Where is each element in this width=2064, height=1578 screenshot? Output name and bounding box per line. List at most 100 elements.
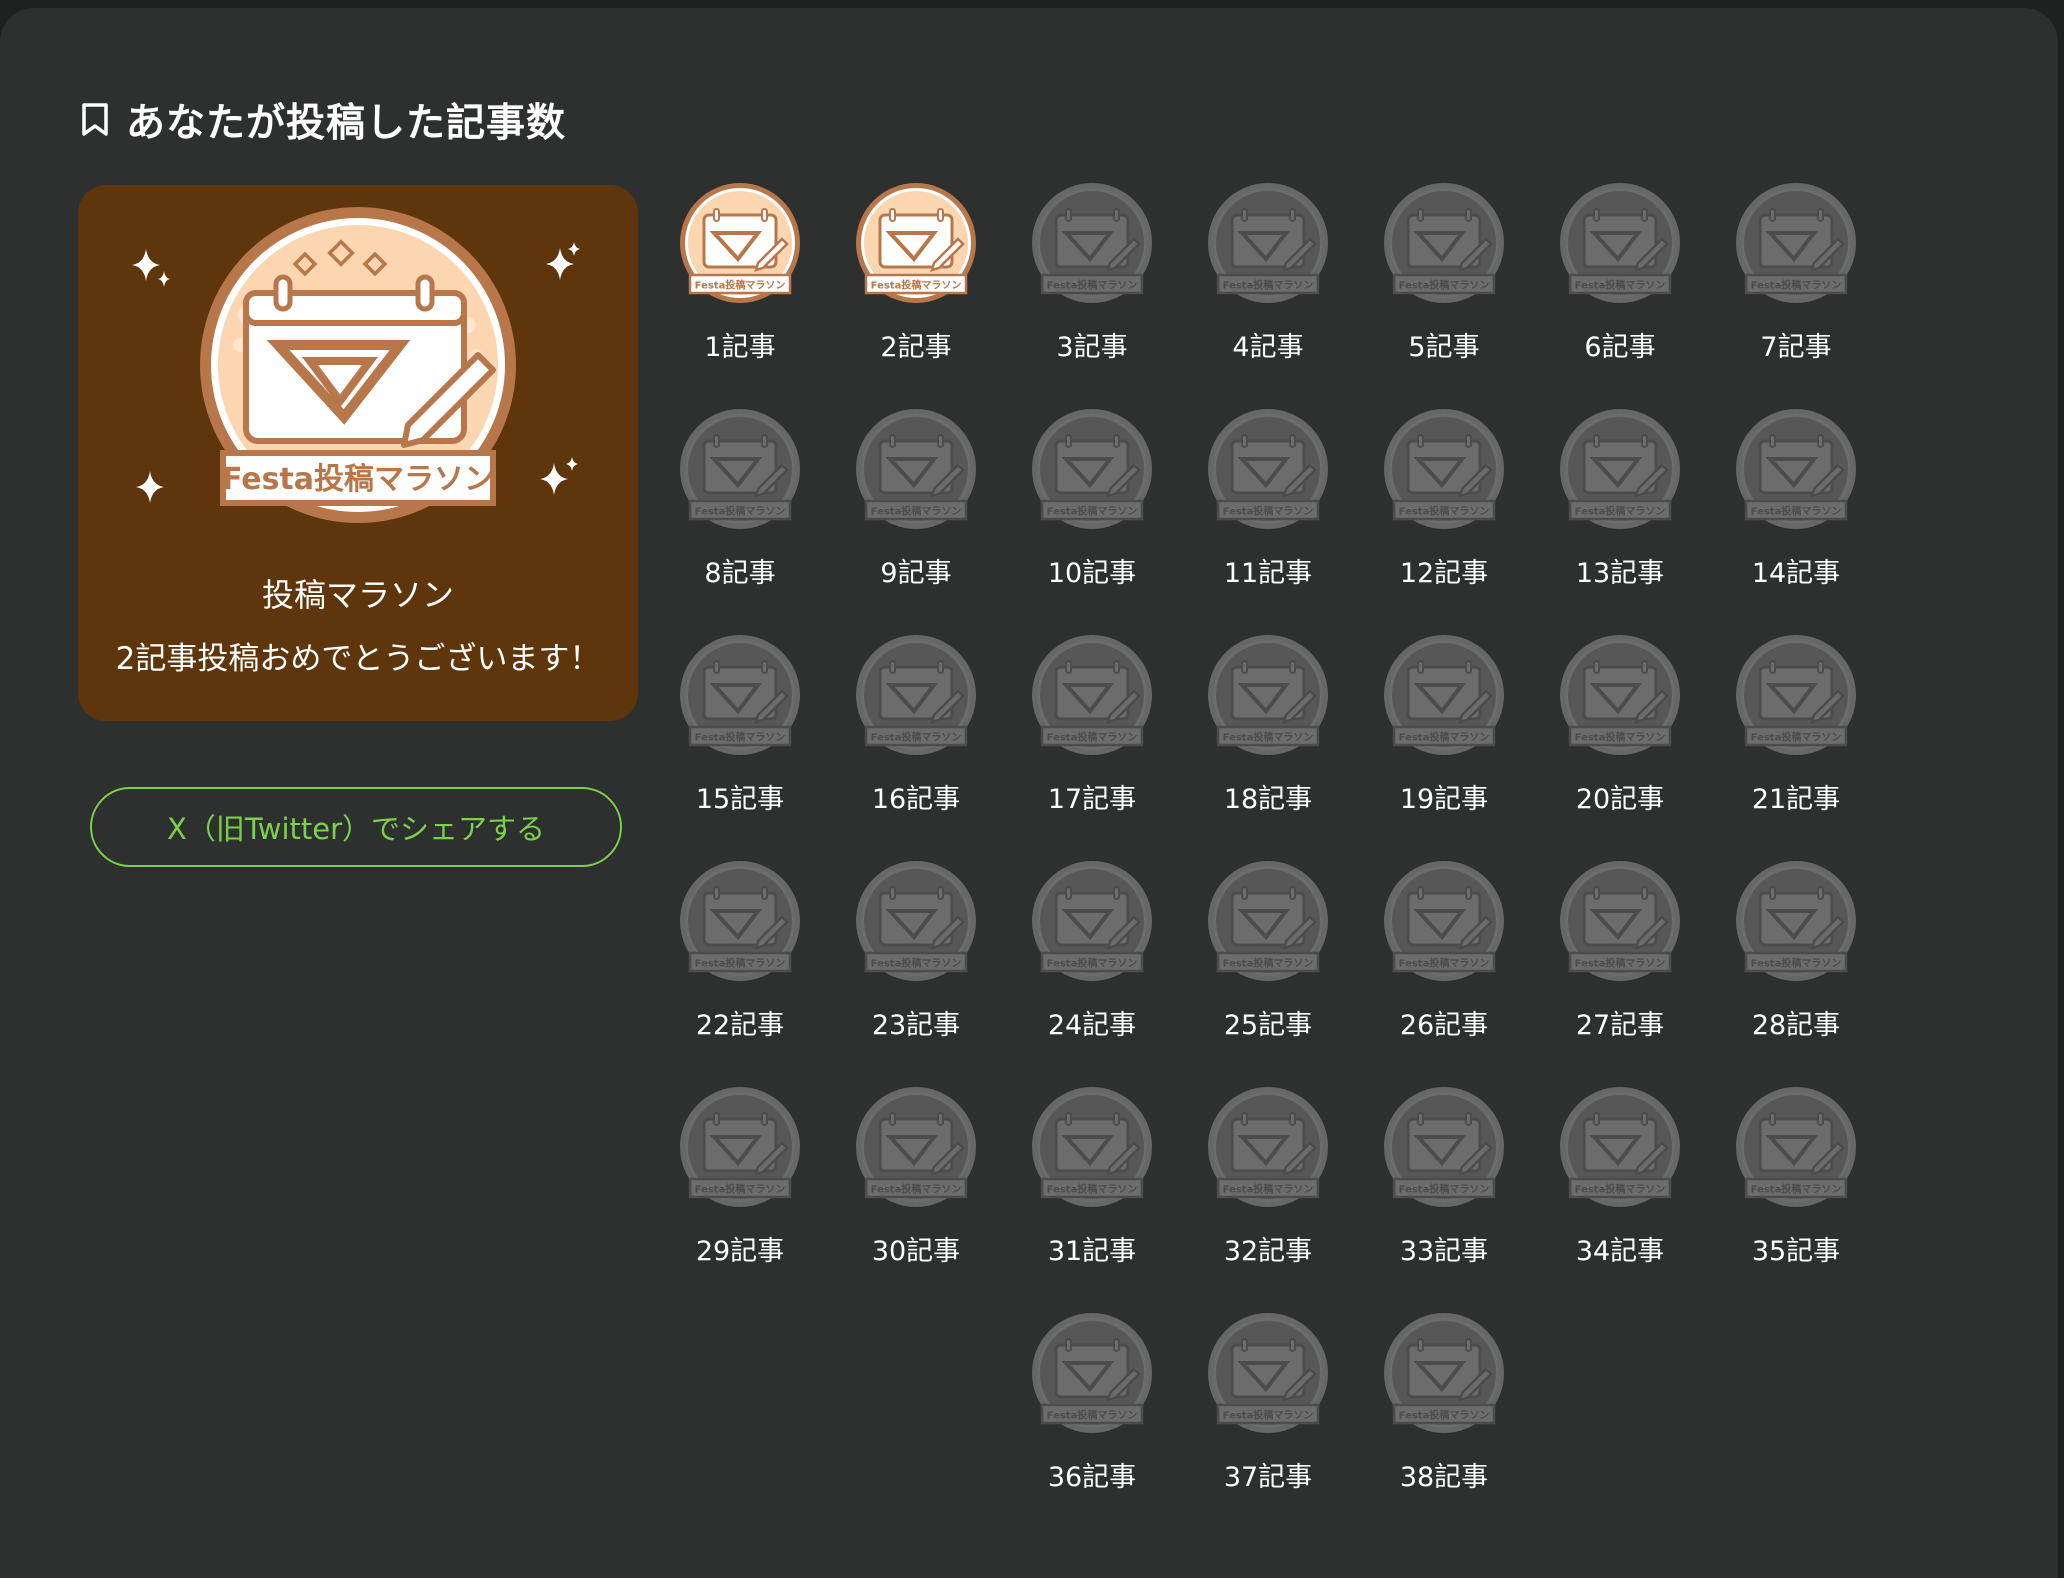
badge-label: 21記事 [1751,784,1841,815]
badge-label: 3記事 [1056,332,1128,363]
badge-label: 18記事 [1223,784,1313,815]
badge-item: Festa投稿マラソン 32記事 [1193,1087,1343,1277]
badge-label: 14記事 [1751,558,1841,589]
calendar-pen-badge-icon: Festa投稿マラソン [1384,1313,1504,1433]
badge-label: 38記事 [1399,1462,1489,1493]
badge-item: Festa投稿マラソン 22記事 [665,861,815,1051]
badge-label: 35記事 [1751,1236,1841,1267]
badge-item: Festa投稿マラソン 6記事 [1545,183,1695,373]
badge-label: 4記事 [1232,332,1304,363]
badge-item: Festa投稿マラソン 2記事 [841,183,991,373]
svg-text:Festa投稿マラソン: Festa投稿マラソン [1223,1183,1314,1196]
calendar-pen-badge-icon: Festa投稿マラソン [1384,635,1504,755]
badge-item: Festa投稿マラソン 14記事 [1721,409,1871,599]
badge-item: Festa投稿マラソン 24記事 [1017,861,1167,1051]
badge-label: 23記事 [871,1010,961,1041]
calendar-pen-badge-icon: Festa投稿マラソン [1032,183,1152,303]
svg-text:Festa投稿マラソン: Festa投稿マラソン [1751,505,1842,518]
badge-item: Festa投稿マラソン 19記事 [1369,635,1519,825]
svg-text:Festa投稿マラソン: Festa投稿マラソン [1223,1409,1314,1422]
calendar-pen-badge-icon: Festa投稿マラソン [1032,1313,1152,1433]
calendar-pen-badge-icon: Festa投稿マラソン [680,183,800,303]
svg-text:Festa投稿マラソン: Festa投稿マラソン [1047,1183,1138,1196]
badge-label: 20記事 [1575,784,1665,815]
svg-text:Festa投稿マラソン: Festa投稿マラソン [695,1183,786,1196]
calendar-pen-badge-icon: Festa投稿マラソン [680,635,800,755]
badge-item: Festa投稿マラソン 7記事 [1721,183,1871,373]
badge-item: Festa投稿マラソン 35記事 [1721,1087,1871,1277]
svg-text:Festa投稿マラソン: Festa投稿マラソン [1575,1183,1666,1196]
badge-item: Festa投稿マラソン 12記事 [1369,409,1519,599]
badge-item: Festa投稿マラソン 25記事 [1193,861,1343,1051]
badge-item: Festa投稿マラソン 23記事 [841,861,991,1051]
badge-item: Festa投稿マラソン 21記事 [1721,635,1871,825]
calendar-pen-badge-icon: Festa投稿マラソン [856,861,976,981]
calendar-pen-badge-icon: Festa投稿マラソン [1384,861,1504,981]
svg-text:Festa投稿マラソン: Festa投稿マラソン [1399,957,1490,970]
calendar-pen-badge-icon: Festa投稿マラソン [1032,861,1152,981]
badge-label: 28記事 [1751,1010,1841,1041]
calendar-pen-badge-icon: Festa投稿マラソン [1736,183,1856,303]
calendar-pen-badge-icon: Festa投稿マラソン [1736,861,1856,981]
badge-item: Festa投稿マラソン 28記事 [1721,861,1871,1051]
calendar-pen-badge-icon: Festa投稿マラソン [680,1087,800,1207]
svg-text:Festa投稿マラソン: Festa投稿マラソン [871,505,962,518]
badge-item: Festa投稿マラソン 36記事 [1017,1313,1167,1503]
calendar-pen-badge-icon: Festa投稿マラソン [680,861,800,981]
svg-text:Festa投稿マラソン: Festa投稿マラソン [1751,731,1842,744]
calendar-pen-badge-icon: Festa投稿マラソン [1032,635,1152,755]
svg-text:Festa投稿マラソン: Festa投稿マラソン [871,279,962,292]
badge-item: Festa投稿マラソン 1記事 [665,183,815,373]
badge-item: Festa投稿マラソン 8記事 [665,409,815,599]
calendar-pen-badge-icon: Festa投稿マラソン [1560,409,1680,529]
badge-label: 19記事 [1399,784,1489,815]
badge-label: 9記事 [880,558,952,589]
badge-item: Festa投稿マラソン 15記事 [665,635,815,825]
sparkle-icon [136,471,164,503]
badge-label: 37記事 [1223,1462,1313,1493]
featured-message: 2記事投稿おめでとうございます！ [115,641,601,677]
badge-label: 11記事 [1223,558,1313,589]
badge-label: 15記事 [695,784,785,815]
calendar-pen-badge-icon: Festa投稿マラソン [1208,409,1328,529]
badge-item: Festa投稿マラソン 4記事 [1193,183,1343,373]
bookmark-icon [82,103,108,136]
svg-text:Festa投稿マラソン: Festa投稿マラソン [1575,505,1666,518]
svg-text:Festa投稿マラソン: Festa投稿マラソン [1047,731,1138,744]
badge-item: Festa投稿マラソン 20記事 [1545,635,1695,825]
badge-label: 29記事 [695,1236,785,1267]
calendar-pen-badge-icon: Festa投稿マラソン [1208,1087,1328,1207]
svg-text:Festa投稿マラソン: Festa投稿マラソン [1047,505,1138,518]
calendar-pen-badge-icon: Festa投稿マラソン [856,1087,976,1207]
badge-label: 26記事 [1399,1010,1489,1041]
badge-label: 10記事 [1047,558,1137,589]
badge-label: 13記事 [1575,558,1665,589]
badge-label: 1記事 [704,332,776,363]
calendar-pen-badge-icon: Festa投稿マラソン [1736,1087,1856,1207]
calendar-pen-badge-icon: Festa投稿マラソン [1384,1087,1504,1207]
calendar-pen-badge-icon: Festa投稿マラソン [856,409,976,529]
badge-item: Festa投稿マラソン 30記事 [841,1087,991,1277]
badge-item: Festa投稿マラソン 27記事 [1545,861,1695,1051]
badge-label: 7記事 [1760,332,1832,363]
badge-ribbon-text: Festa投稿マラソン [222,462,494,497]
badge-label: 2記事 [880,332,952,363]
section-heading: あなたが投稿した記事数 [80,94,566,146]
badge-label: 12記事 [1399,558,1489,589]
svg-text:Festa投稿マラソン: Festa投稿マラソン [695,957,786,970]
calendar-pen-badge-icon: Festa投稿マラソン [856,635,976,755]
badge-label: 36記事 [1047,1462,1137,1493]
calendar-pen-badge-icon: Festa投稿マラソン [1032,1087,1152,1207]
calendar-pen-badge-icon: Festa投稿マラソン [856,183,976,303]
share-x-button[interactable]: X（旧Twitter）でシェアする [90,787,622,867]
svg-text:Festa投稿マラソン: Festa投稿マラソン [1223,731,1314,744]
calendar-pen-badge-icon: Festa投稿マラソン [1560,1087,1680,1207]
badge-label: 22記事 [695,1010,785,1041]
featured-title: 投稿マラソン [261,576,454,614]
badge-label: 27記事 [1575,1010,1665,1041]
svg-text:Festa投稿マラソン: Festa投稿マラソン [1575,279,1666,292]
sparkle-icon [132,249,170,287]
svg-text:Festa投稿マラソン: Festa投稿マラソン [1399,1409,1490,1422]
badge-item: Festa投稿マラソン 26記事 [1369,861,1519,1051]
badge-label: 32記事 [1223,1236,1313,1267]
